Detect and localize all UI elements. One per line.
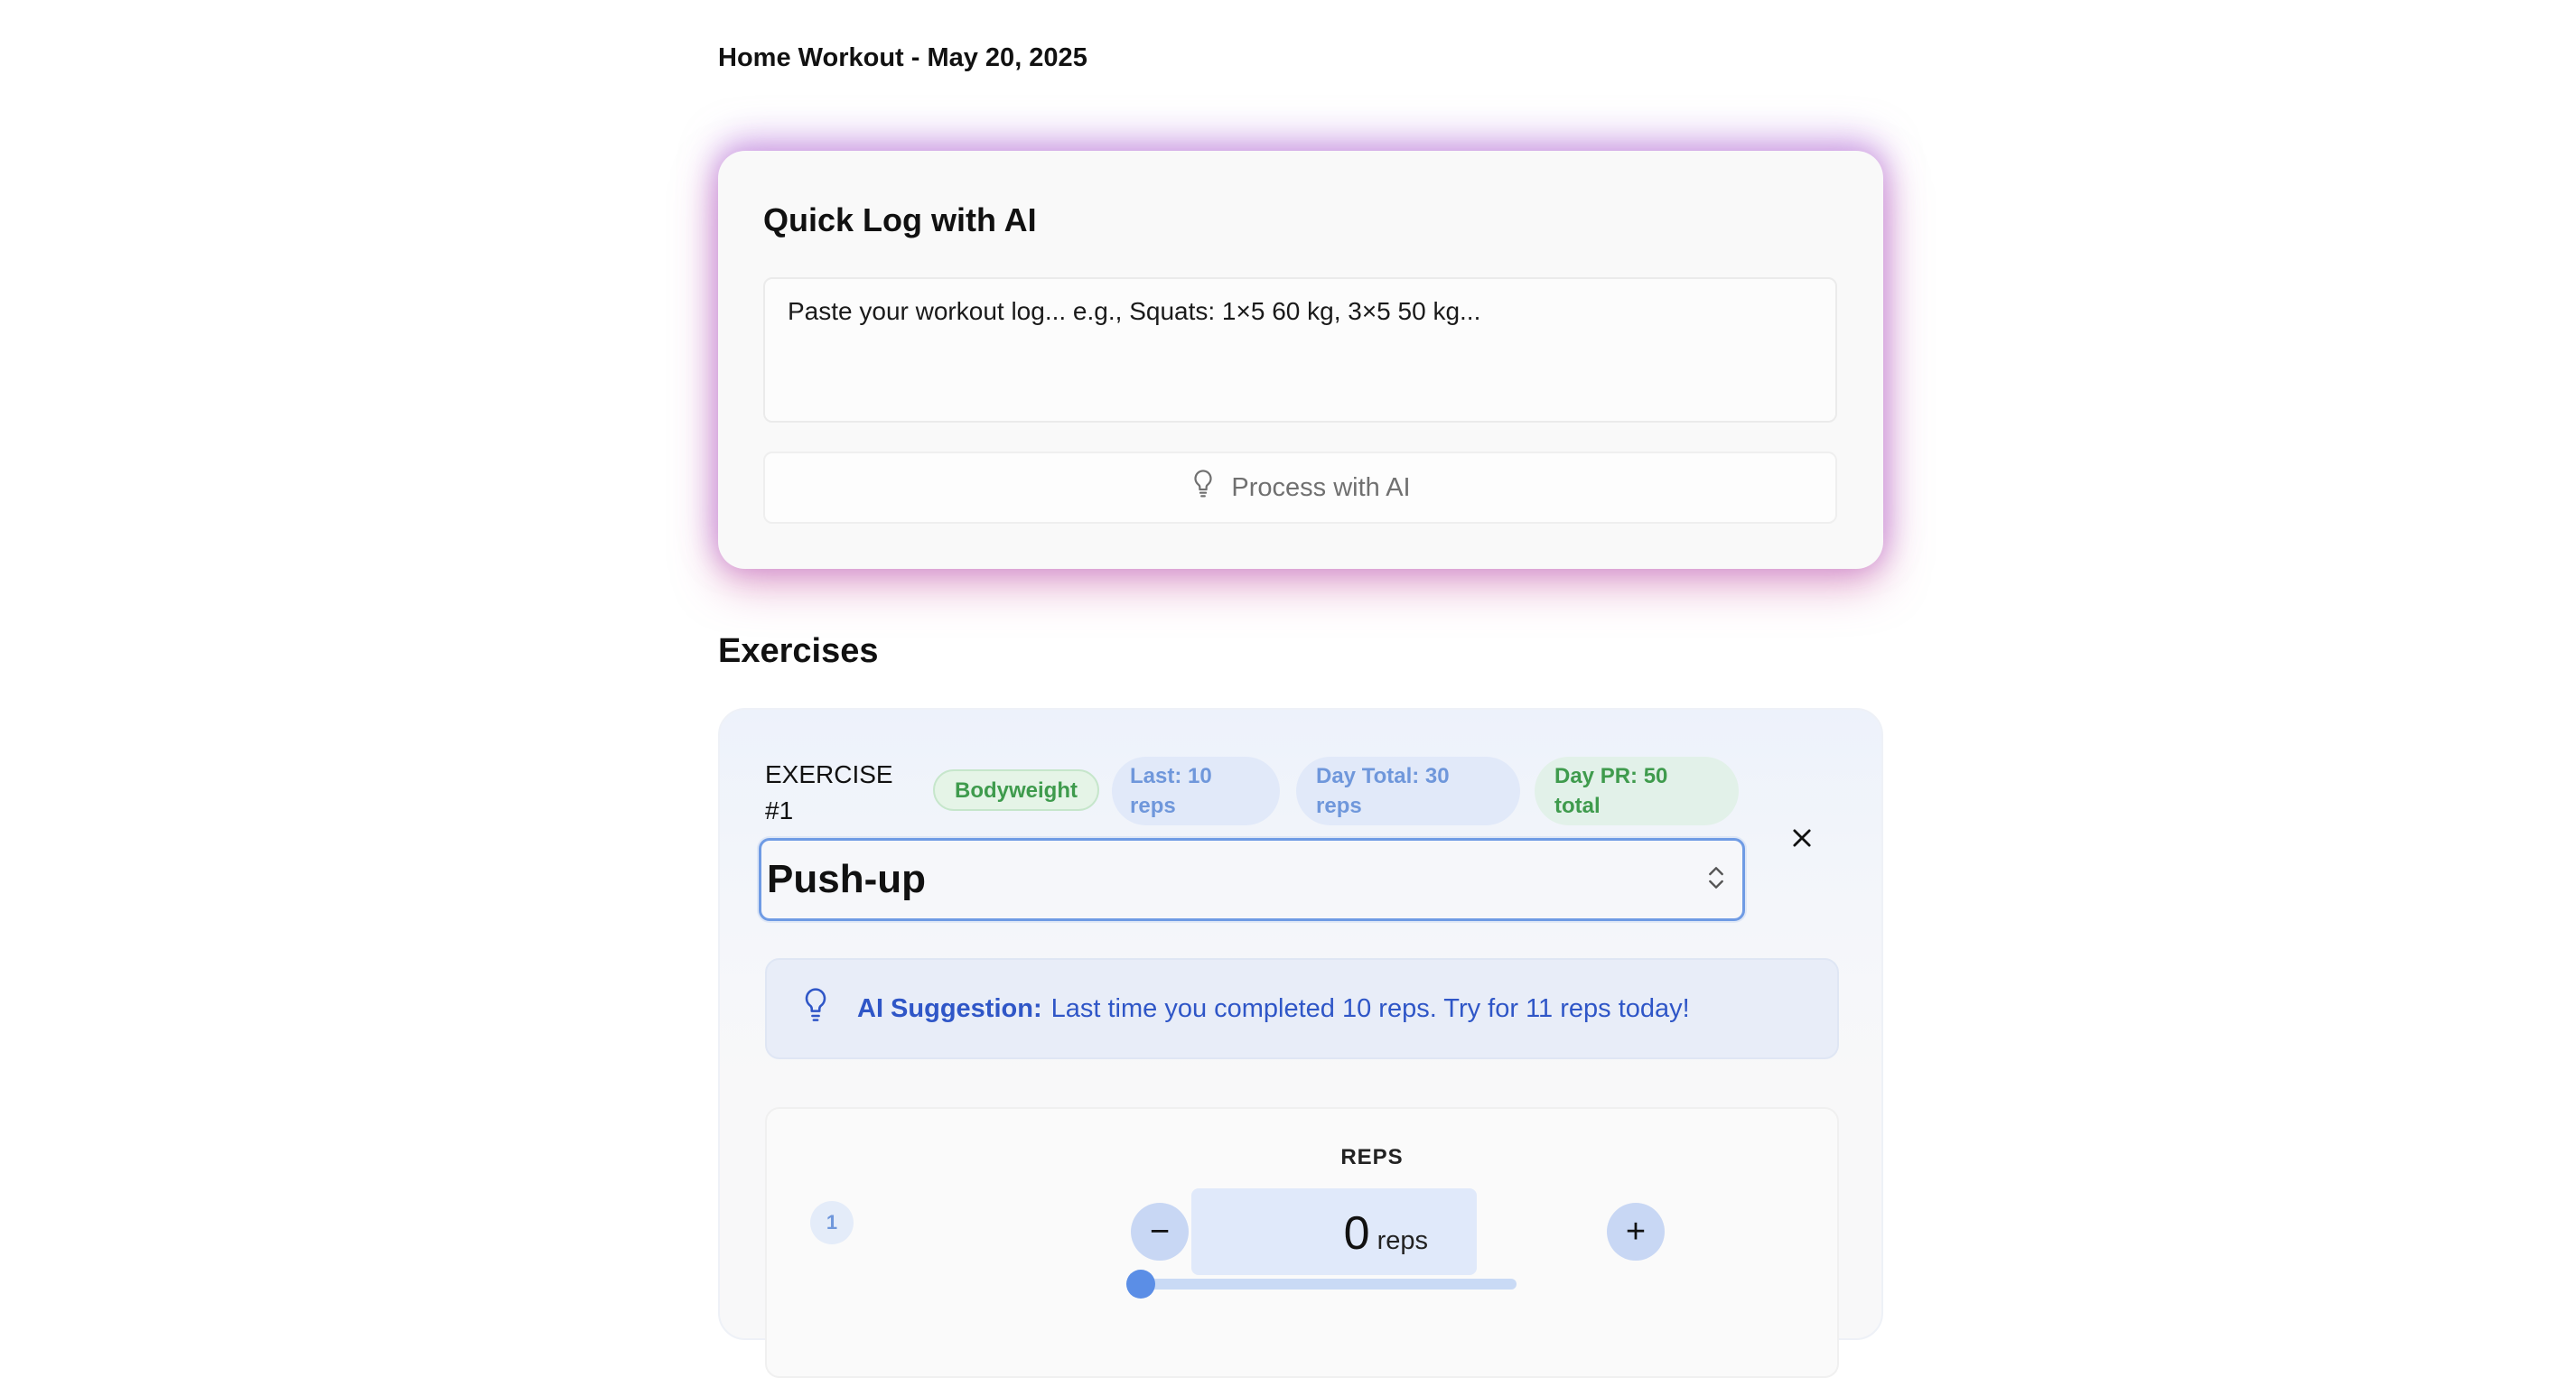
- day-pr-badge: Day PR: 50 total: [1535, 757, 1739, 825]
- exercise-select-value: Push-up: [767, 857, 926, 901]
- set-row: 1 REPS − 0 reps +: [765, 1107, 1839, 1378]
- exercise-type-badge: Bodyweight: [933, 769, 1099, 811]
- process-button-label: Process with AI: [1231, 472, 1411, 502]
- lightbulb-icon: [1190, 469, 1217, 507]
- process-with-ai-button[interactable]: Process with AI: [763, 452, 1837, 524]
- last-reps-badge: Last: 10 reps: [1112, 757, 1280, 825]
- decrement-reps-button[interactable]: −: [1131, 1203, 1189, 1261]
- exercise-select[interactable]: Push-up: [759, 838, 1745, 921]
- exercise-card: EXERCISE #1 Bodyweight Last: 10 reps Day…: [718, 708, 1883, 1378]
- reps-slider-track[interactable]: [1132, 1279, 1517, 1290]
- ai-suggestion-label: AI Suggestion:: [857, 993, 1042, 1023]
- ai-suggestion-box: AI Suggestion: Last time you completed 1…: [765, 958, 1839, 1059]
- quick-log-card: Quick Log with AI Process with AI: [718, 151, 1883, 569]
- workout-page: Home Workout - May 20, 2025 Quick Log wi…: [0, 0, 2576, 1378]
- exercises-section-title: Exercises: [718, 632, 879, 670]
- ai-suggestion-text: Last time you completed 10 reps. Try for…: [1050, 993, 1690, 1023]
- set-number-badge: 1: [810, 1201, 854, 1244]
- reps-value: 0: [1343, 1207, 1370, 1260]
- remove-exercise-button[interactable]: [1782, 820, 1822, 860]
- lightbulb-icon: [801, 987, 857, 1030]
- reps-field-label: REPS: [1340, 1145, 1404, 1169]
- quick-log-title: Quick Log with AI: [763, 201, 1037, 238]
- close-icon: [1789, 825, 1815, 855]
- increment-reps-button[interactable]: +: [1607, 1203, 1665, 1261]
- workout-log-input[interactable]: [763, 277, 1837, 423]
- reps-input[interactable]: 0 reps: [1191, 1188, 1477, 1275]
- reps-slider-thumb[interactable]: [1126, 1270, 1155, 1299]
- day-total-badge: Day Total: 30 reps: [1296, 757, 1520, 825]
- page-title: Home Workout - May 20, 2025: [718, 43, 1087, 72]
- exercise-number-label: EXERCISE #1: [765, 760, 893, 824]
- reps-unit: reps: [1377, 1226, 1428, 1255]
- chevron-up-down-icon: [1706, 863, 1726, 897]
